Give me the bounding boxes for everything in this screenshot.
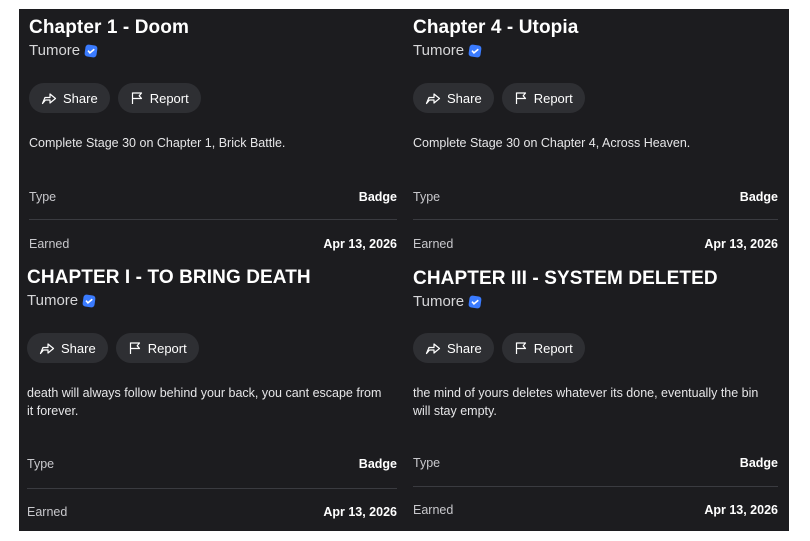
verified-badge-icon (468, 43, 482, 58)
creator-label: Tumore (413, 293, 465, 310)
badge-card-chapter-iii: CHAPTER III - SYSTEM DELETED Tumore Shar… (403, 263, 789, 531)
flag-icon (515, 342, 526, 354)
badge-title: Chapter 4 - Utopia (413, 17, 579, 38)
type-label: Type (413, 456, 441, 470)
creator-label: Tumore (29, 42, 81, 59)
earned-label: Earned (413, 237, 454, 251)
type-value: Badge (358, 457, 397, 471)
report-label: Report (533, 340, 573, 356)
verified-badge-icon (82, 293, 96, 308)
earned-date: Apr 13, 2026 (323, 505, 397, 519)
creator-name[interactable]: Tumore (413, 42, 482, 59)
report-label: Report (533, 90, 573, 106)
badge-card-chapter-1: Chapter 1 - Doom Tumore Share Report Com… (19, 9, 403, 263)
divider (413, 486, 778, 487)
share-arrow-icon (425, 343, 441, 355)
report-button[interactable]: Report (115, 333, 199, 363)
flag-icon (131, 92, 142, 104)
badge-title: CHAPTER I - TO BRING DEATH (27, 267, 311, 288)
report-button[interactable]: Report (501, 83, 585, 113)
creator-name[interactable]: Tumore (413, 293, 482, 310)
type-value: Badge (739, 456, 778, 470)
type-value: Badge (358, 190, 397, 204)
share-button[interactable]: Share (413, 83, 494, 113)
earned-label: Earned (27, 505, 68, 519)
earned-date: Apr 13, 2026 (323, 237, 397, 251)
badge-description: Complete Stage 30 on Chapter 1, Brick Ba… (29, 136, 286, 150)
earned-label: Earned (413, 503, 454, 517)
badge-title: Chapter 1 - Doom (29, 17, 189, 38)
badge-card-chapter-4: Chapter 4 - Utopia Tumore Share Report C… (403, 9, 789, 263)
share-arrow-icon (425, 93, 441, 105)
divider (27, 488, 397, 489)
creator-name[interactable]: Tumore (27, 292, 96, 309)
badge-description: death will always follow behind your bac… (27, 386, 382, 418)
share-button[interactable]: Share (413, 333, 494, 363)
divider (413, 219, 778, 220)
share-button[interactable]: Share (29, 83, 110, 113)
share-button[interactable]: Share (27, 333, 108, 363)
creator-label: Tumore (27, 292, 79, 309)
flag-icon (129, 342, 140, 354)
report-label: Report (149, 90, 189, 106)
type-label: Type (413, 190, 441, 204)
type-label: Type (29, 190, 57, 204)
verified-badge-icon (468, 294, 482, 309)
share-arrow-icon (41, 93, 57, 105)
verified-badge-icon (84, 43, 98, 58)
type-label: Type (27, 457, 55, 471)
share-label: Share (61, 340, 96, 356)
badge-description: the mind of yours deletes whatever its d… (413, 386, 759, 418)
share-label: Share (447, 340, 482, 356)
badge-description: Complete Stage 30 on Chapter 4, Across H… (413, 136, 691, 150)
report-label: Report (147, 340, 187, 356)
report-button[interactable]: Report (501, 333, 585, 363)
earned-date: Apr 13, 2026 (704, 237, 778, 251)
report-button[interactable]: Report (117, 83, 201, 113)
earned-label: Earned (29, 237, 70, 251)
share-arrow-icon (39, 343, 55, 355)
flag-icon (515, 92, 526, 104)
earned-date: Apr 13, 2026 (704, 503, 778, 517)
creator-name[interactable]: Tumore (29, 42, 98, 59)
badge-card-chapter-i: CHAPTER I - TO BRING DEATH Tumore Share … (19, 263, 403, 531)
divider (29, 219, 397, 220)
badge-title: CHAPTER III - SYSTEM DELETED (413, 268, 718, 289)
share-label: Share (447, 90, 482, 106)
creator-label: Tumore (413, 42, 465, 59)
share-label: Share (63, 90, 98, 106)
type-value: Badge (739, 190, 778, 204)
